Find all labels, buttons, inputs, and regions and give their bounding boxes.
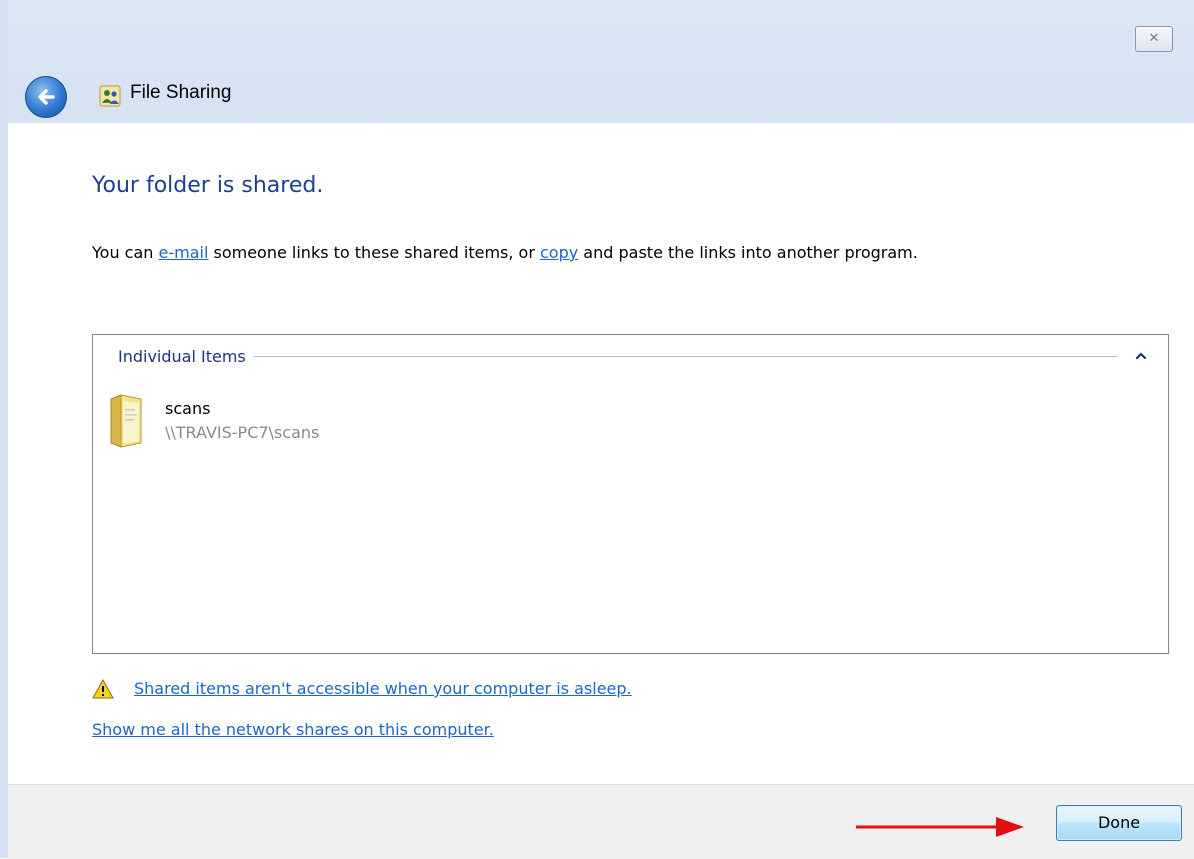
back-button[interactable] (25, 76, 67, 118)
chevron-up-icon[interactable] (1134, 349, 1148, 363)
shared-items-list[interactable]: Individual Items scans \\TRAVIS-PC7\scan… (92, 334, 1169, 654)
title-bar: ✕ File Sharing (8, 0, 1194, 124)
share-users-icon (99, 85, 121, 107)
page-title: Your folder is shared. (92, 173, 324, 198)
desc-suffix: and paste the links into another program… (578, 243, 918, 262)
window-title: File Sharing (130, 82, 232, 103)
desc-prefix: You can (92, 243, 159, 262)
show-network-shares-link[interactable]: Show me all the network shares on this c… (92, 720, 494, 739)
close-icon: ✕ (1148, 31, 1160, 46)
warning-icon (92, 679, 114, 699)
group-title: Individual Items (118, 346, 246, 366)
folder-icon (110, 394, 142, 448)
back-arrow-icon (38, 89, 55, 105)
item-path: \\TRAVIS-PC7\scans (165, 423, 320, 442)
done-button[interactable]: Done (1056, 805, 1182, 841)
list-item[interactable]: scans \\TRAVIS-PC7\scans (107, 393, 507, 453)
group-header: Individual Items (118, 344, 1148, 368)
desc-middle: someone links to these shared items, or (208, 243, 540, 262)
description-text: You can e-mail someone links to these sh… (92, 243, 918, 262)
close-button[interactable]: ✕ (1135, 26, 1173, 52)
content-area: Your folder is shared. You can e-mail so… (8, 123, 1194, 784)
asleep-warning-link[interactable]: Shared items aren't accessible when your… (134, 679, 632, 698)
file-sharing-window: ✕ File Sharing Your folder is shared. Yo… (0, 0, 1194, 859)
item-name: scans (165, 399, 211, 418)
annotation-arrow-icon (856, 817, 1024, 837)
group-divider (253, 355, 1118, 357)
email-link[interactable]: e-mail (159, 243, 209, 262)
copy-link[interactable]: copy (540, 243, 578, 262)
